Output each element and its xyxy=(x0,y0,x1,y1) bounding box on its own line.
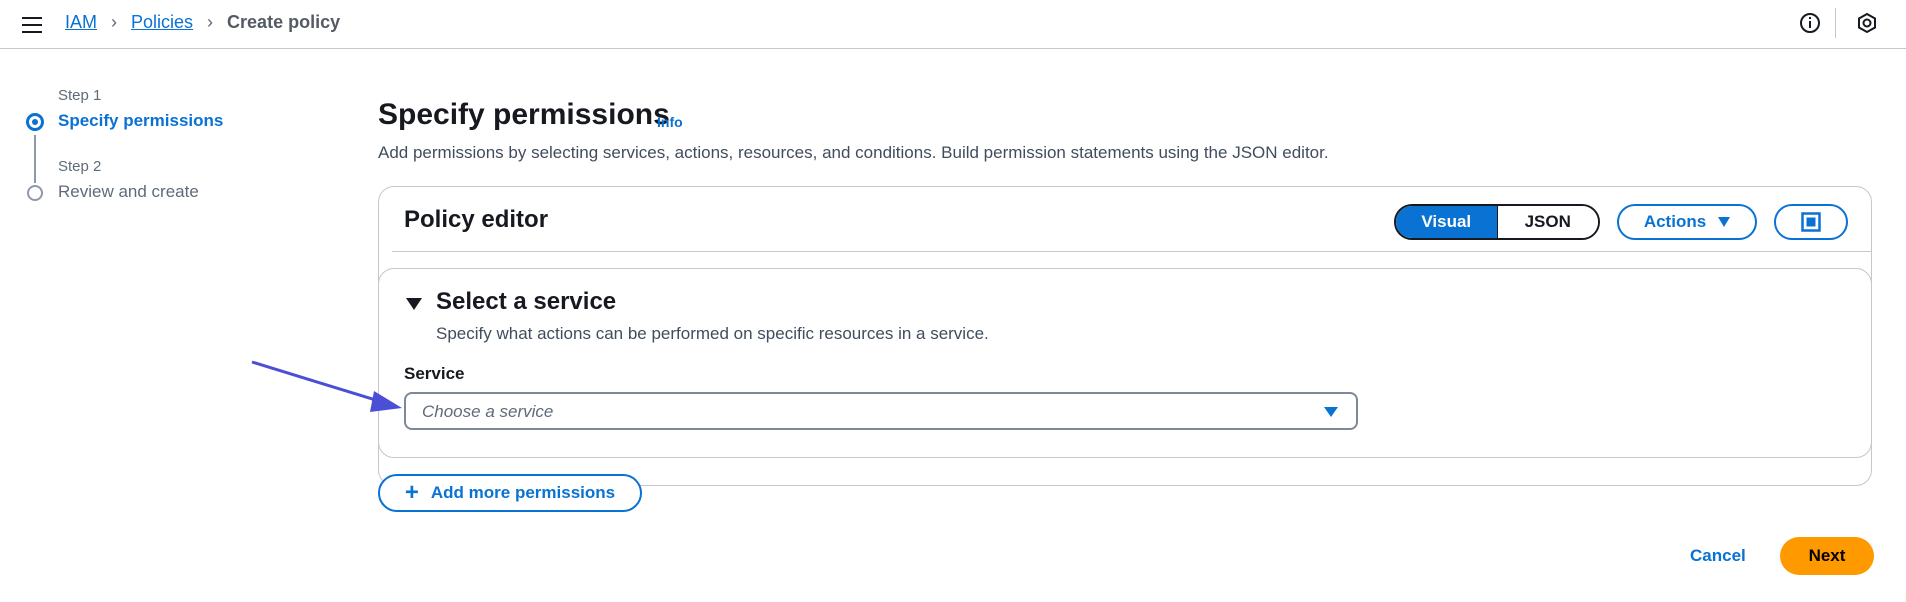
step-1-active-indicator xyxy=(26,113,44,131)
actions-dropdown-button[interactable]: Actions xyxy=(1617,204,1757,240)
step-1-title[interactable]: Specify permissions xyxy=(58,111,223,131)
cancel-button[interactable]: Cancel xyxy=(1690,546,1746,566)
settings-hex-icon[interactable] xyxy=(1856,12,1878,34)
chevron-right-icon: › xyxy=(207,12,214,32)
section-description: Specify what actions can be performed on… xyxy=(436,324,989,343)
actions-label: Actions xyxy=(1643,212,1707,231)
step-2-label: Step 2 xyxy=(58,158,102,175)
service-select[interactable]: Choose a service xyxy=(404,392,1358,430)
step-2-title: Review and create xyxy=(58,182,199,201)
step-1-label: Step 1 xyxy=(58,87,102,104)
plus-icon: + xyxy=(404,479,419,506)
breadcrumb: IAM › Policies › Create policy xyxy=(65,12,340,33)
add-more-permissions-button[interactable]: + Add more permissions xyxy=(378,474,642,512)
section-title[interactable]: Select a service xyxy=(436,288,616,316)
tab-visual[interactable]: Visual xyxy=(1396,206,1497,238)
editor-divider xyxy=(392,251,1872,252)
next-button[interactable]: Next xyxy=(1780,537,1874,575)
service-field-label: Service xyxy=(404,364,465,383)
step-connector xyxy=(34,135,36,183)
info-link[interactable]: Info xyxy=(657,114,683,130)
chevron-right-icon: › xyxy=(111,12,118,32)
add-more-permissions-label: Add more permissions xyxy=(430,483,616,502)
policy-editor-title: Policy editor xyxy=(404,206,549,233)
page-title: Specify permissions xyxy=(378,98,670,131)
caret-down-icon xyxy=(1718,217,1731,227)
tab-json[interactable]: JSON xyxy=(1496,206,1598,238)
breadcrumb-iam[interactable]: IAM xyxy=(65,12,97,33)
editor-mode-toggle: Visual JSON xyxy=(1394,204,1600,240)
menu-icon[interactable] xyxy=(22,14,42,33)
top-navigation: IAM › Policies › Create policy xyxy=(0,0,1906,49)
caret-down-icon xyxy=(1324,407,1338,417)
step-2-indicator xyxy=(27,185,43,201)
service-select-placeholder: Choose a service xyxy=(422,402,554,421)
info-circle-icon[interactable] xyxy=(1799,12,1821,34)
fullscreen-icon xyxy=(1801,212,1821,232)
page-description: Add permissions by selecting services, a… xyxy=(378,143,1329,162)
collapse-caret-icon[interactable] xyxy=(406,298,422,310)
breadcrumb-policies[interactable]: Policies xyxy=(131,12,193,33)
breadcrumb-current: Create policy xyxy=(227,12,341,32)
fullscreen-button[interactable] xyxy=(1774,204,1848,240)
toolbar-divider xyxy=(1835,8,1836,38)
